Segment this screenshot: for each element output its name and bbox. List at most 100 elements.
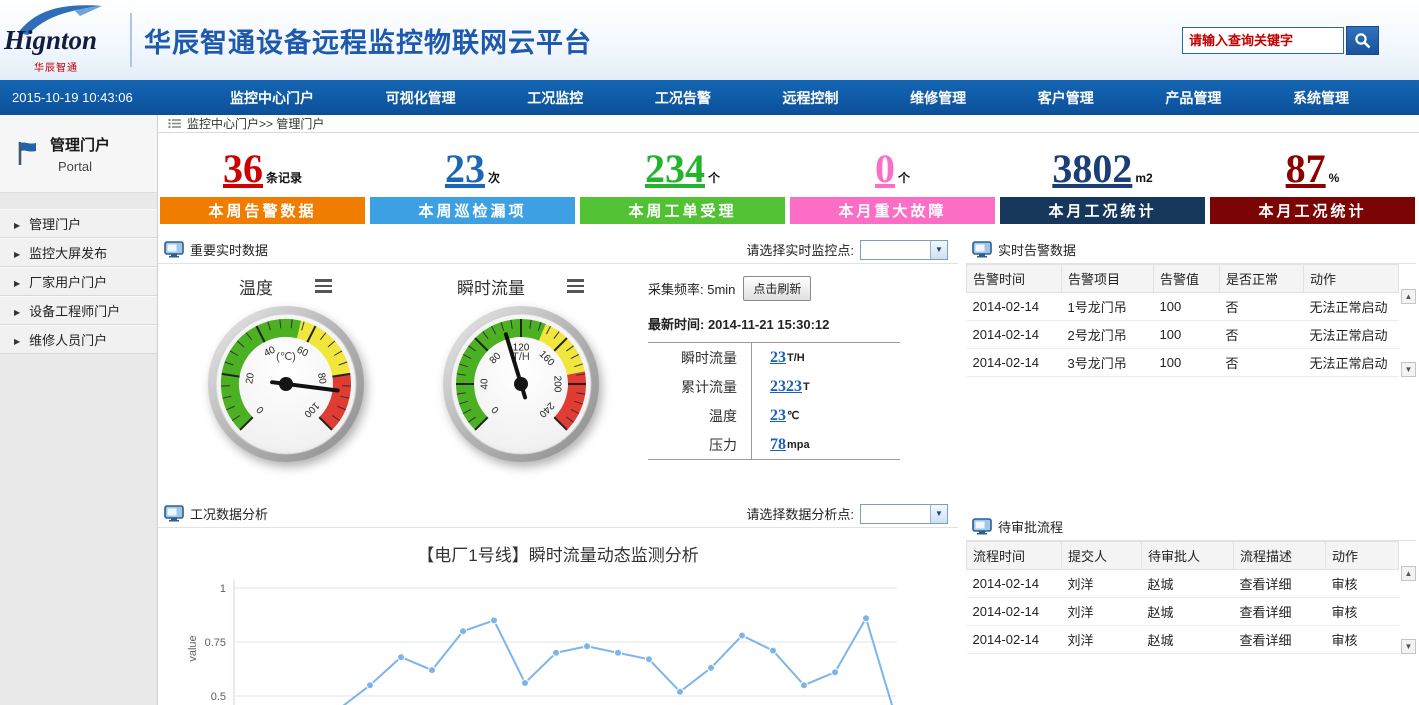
- stat-value: 0: [875, 149, 895, 189]
- section-alarm-header: 实时告警数据: [966, 236, 1416, 264]
- stat-unit: %: [1329, 171, 1340, 185]
- approval-table: 流程时间提交人待审批人流程描述动作2014-02-14刘洋赵城查看详细审核201…: [966, 541, 1416, 654]
- table-cell: 2014-02-14: [967, 321, 1062, 349]
- column-header: 流程时间: [967, 542, 1062, 570]
- sidebar-item-label: 管理门户: [29, 214, 81, 233]
- table-cell: 赵城: [1142, 626, 1234, 654]
- svg-text:0.5: 0.5: [211, 691, 226, 703]
- stat-banner[interactable]: 本月工况统计: [1000, 197, 1205, 224]
- monitor-icon: [164, 241, 184, 258]
- temperature-gauge-block: 温度 020406080100(℃): [168, 268, 403, 500]
- search-input[interactable]: [1182, 27, 1344, 54]
- column-header: 待审批人: [1142, 542, 1234, 570]
- table-cell: 刘洋: [1062, 626, 1142, 654]
- sidebar-item[interactable]: 设备工程师门户: [0, 296, 157, 325]
- analysis-point-select[interactable]: [860, 504, 948, 524]
- nav-item[interactable]: 维修管理: [910, 88, 966, 108]
- chevron-right-icon: [14, 303, 20, 318]
- hamburger-menu-icon[interactable]: [567, 279, 584, 293]
- stat-banner[interactable]: 本月工况统计: [1210, 197, 1415, 224]
- nav-timestamp: 2015-10-19 10:43:06: [0, 90, 190, 105]
- table-cell: 查看详细: [1234, 570, 1326, 598]
- sidebar-item[interactable]: 维修人员门户: [0, 325, 157, 354]
- table-cell: 无法正常启动: [1304, 293, 1399, 321]
- main-split: 重要实时数据 请选择实时监控点: 温度: [158, 236, 1419, 705]
- nav-item[interactable]: 远程控制: [783, 88, 839, 108]
- table-cell: 100: [1154, 349, 1220, 377]
- stat-banner[interactable]: 本周巡检漏项: [370, 197, 575, 224]
- svg-text:40: 40: [479, 378, 490, 390]
- scroll-up-button[interactable]: [1401, 289, 1416, 304]
- nav-menu: 监控中心门户 可视化管理 工况监控 工况告警 远程控制 维修管理 客户管理 产品管理 系统管理: [190, 88, 1419, 108]
- monitor-point-select[interactable]: [860, 240, 948, 260]
- table-cell: 3号龙门吊: [1062, 349, 1154, 377]
- search-button[interactable]: [1346, 26, 1379, 55]
- table-cell: 刘洋: [1062, 570, 1142, 598]
- refresh-button[interactable]: 点击刷新: [743, 276, 811, 301]
- table-cell: 2014-02-14: [967, 349, 1062, 377]
- gauge-title: 温度: [239, 274, 273, 299]
- line-chart-svg: 0.50.751value: [182, 572, 927, 705]
- flow-analysis-chart: 0.50.751value: [182, 572, 958, 705]
- main-area: 监控中心门户>> 管理门户 36条记录本周告警数据23次本周巡检漏项234个本周…: [158, 115, 1419, 705]
- approval-row: 2014-02-14刘洋赵城查看详细审核: [967, 598, 1399, 626]
- sidebar-spacer: [0, 193, 157, 209]
- stat-card: 3802m2本月工况统计: [1000, 145, 1205, 224]
- approval-grid: 流程时间提交人待审批人流程描述动作2014-02-14刘洋赵城查看详细审核201…: [966, 541, 1399, 654]
- scroll-down-button[interactable]: [1401, 362, 1416, 377]
- alarm-row: 2014-02-143号龙门吊100否无法正常启动: [967, 349, 1399, 377]
- table-cell: 查看详细: [1234, 598, 1326, 626]
- flow-gauge-svg: 04080120160200240T/H: [441, 304, 601, 464]
- nav-item[interactable]: 客户管理: [1038, 88, 1094, 108]
- sidebar-item-label: 设备工程师门户: [29, 301, 120, 320]
- stat-banner[interactable]: 本周工单受理: [580, 197, 785, 224]
- table-scrollbar[interactable]: [1401, 566, 1416, 654]
- svg-text:200: 200: [551, 376, 562, 393]
- stat-unit: 个: [708, 169, 720, 186]
- stat-banner[interactable]: 本周告警数据: [160, 197, 365, 224]
- sidebar-item[interactable]: 管理门户: [0, 209, 157, 238]
- svg-text:value: value: [187, 635, 199, 661]
- table-cell: 查看详细: [1234, 626, 1326, 654]
- stat-value: 87: [1286, 149, 1326, 189]
- column-header: 动作: [1326, 542, 1399, 570]
- section-approval-header: 待审批流程: [966, 513, 1416, 541]
- monitor-point-label: 请选择实时监控点:: [746, 240, 854, 259]
- nav-item[interactable]: 系统管理: [1293, 88, 1349, 108]
- svg-text:80: 80: [315, 372, 328, 385]
- svg-text:0.75: 0.75: [205, 637, 226, 649]
- sidebar-item-label: 维修人员门户: [29, 330, 107, 349]
- nav-item[interactable]: 工况监控: [527, 88, 583, 108]
- section-realtime-header: 重要实时数据 请选择实时监控点:: [158, 236, 958, 264]
- nav-item[interactable]: 工况告警: [655, 88, 711, 108]
- nav-item[interactable]: 监控中心门户: [230, 88, 314, 108]
- portal-header: 管理门户 Portal: [0, 115, 157, 193]
- table-cell: 审核: [1326, 598, 1399, 626]
- scroll-down-button[interactable]: [1401, 639, 1416, 654]
- sidebar-item[interactable]: 厂家用户门户: [0, 267, 157, 296]
- reading-label: 累计流量: [648, 372, 752, 401]
- approval-row: 2014-02-14刘洋赵城查看详细审核: [967, 626, 1399, 654]
- scroll-up-button[interactable]: [1401, 566, 1416, 581]
- alarm-row: 2014-02-141号龙门吊100否无法正常启动: [967, 293, 1399, 321]
- monitor-icon: [972, 518, 992, 535]
- alarm-row: 2014-02-142号龙门吊100否无法正常启动: [967, 321, 1399, 349]
- section-title: 工况数据分析: [190, 504, 268, 523]
- stat-card: 0个本月重大故障: [790, 145, 995, 224]
- sidebar-item[interactable]: 监控大屏发布: [0, 238, 157, 267]
- flow-gauge: 04080120160200240T/H: [441, 304, 601, 469]
- table-cell: 赵城: [1142, 598, 1234, 626]
- table-scrollbar[interactable]: [1401, 289, 1416, 377]
- table-cell: 刘洋: [1062, 598, 1142, 626]
- hamburger-menu-icon[interactable]: [315, 279, 332, 293]
- column-header: 流程描述: [1234, 542, 1326, 570]
- temperature-gauge-svg: 020406080100(℃): [206, 304, 366, 464]
- table-cell: 100: [1154, 321, 1220, 349]
- table-cell: 2014-02-14: [967, 626, 1062, 654]
- nav-item[interactable]: 可视化管理: [386, 88, 456, 108]
- chevron-right-icon: [14, 274, 20, 289]
- stat-banner[interactable]: 本月重大故障: [790, 197, 995, 224]
- nav-item[interactable]: 产品管理: [1165, 88, 1221, 108]
- reading-row: 累计流量2323T: [648, 372, 900, 401]
- column-header: 动作: [1304, 265, 1399, 293]
